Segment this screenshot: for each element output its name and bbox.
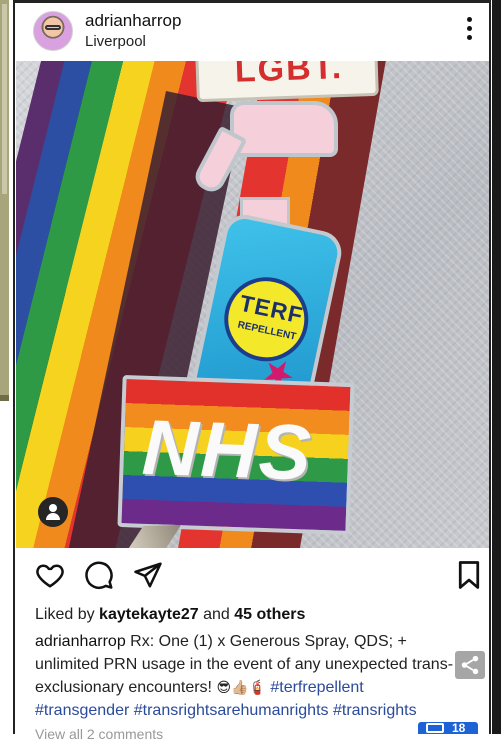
post-action-bar xyxy=(15,548,489,604)
nhs-pin-text: NHS xyxy=(140,402,315,497)
view-all-comments-link[interactable]: View all 2 comments xyxy=(35,726,163,742)
liked-by-user[interactable]: kaytekayte27 xyxy=(99,606,199,623)
likes-summary[interactable]: Liked by kaytekayte27 and 45 others xyxy=(35,606,305,624)
bookmark-outline-icon[interactable] xyxy=(456,560,488,592)
nhs-rainbow-pin: NHS xyxy=(117,374,355,536)
post-caption: adrianharrop Rx: One (1) x Generous Spra… xyxy=(35,630,455,722)
lgbt-pin-text: LGBT. xyxy=(234,61,344,90)
gallery-icon xyxy=(426,723,444,733)
post-username[interactable]: adrianharrop xyxy=(85,11,181,31)
spray-trigger-arm xyxy=(190,125,248,197)
post-location[interactable]: Liverpool xyxy=(85,33,146,50)
more-vertical-icon[interactable] xyxy=(465,17,473,43)
image-count-badge[interactable]: 18 xyxy=(418,721,478,735)
paper-plane-icon[interactable] xyxy=(133,560,165,592)
caption-emoji: 😎👍🏼🧯 xyxy=(216,679,266,695)
image-count: 18 xyxy=(452,721,466,735)
post-photo[interactable]: LGBT. TERF REPELLENT NHS xyxy=(16,61,489,548)
likes-middle: and xyxy=(198,606,235,623)
left-background-edge xyxy=(0,395,9,401)
hashtag-link[interactable]: #terfrepellent xyxy=(270,679,363,696)
right-background-bar xyxy=(492,0,501,734)
left-background-inner xyxy=(2,4,7,194)
speech-bubble-icon[interactable] xyxy=(84,560,116,592)
caption-username[interactable]: adrianharrop xyxy=(35,633,126,650)
post-header: adrianharrop Liverpool xyxy=(15,3,489,61)
likes-prefix: Liked by xyxy=(35,606,100,623)
user-tag-icon[interactable] xyxy=(38,497,68,527)
hashtag-link[interactable]: #transrightsarehumanrights xyxy=(134,702,329,719)
left-background-strip xyxy=(0,0,13,734)
heart-outline-icon[interactable] xyxy=(35,560,67,592)
hashtag-link[interactable]: #transrights xyxy=(333,702,417,719)
likes-others[interactable]: 45 others xyxy=(234,606,305,623)
spray-label: TERF REPELLENT xyxy=(216,269,317,370)
spray-trigger-head xyxy=(230,101,338,157)
share-icon[interactable] xyxy=(455,651,485,679)
avatar-glasses xyxy=(45,25,61,30)
avatar[interactable] xyxy=(33,11,73,51)
lgbt-pin: LGBT. xyxy=(195,61,379,103)
hashtag-link[interactable]: #transgender xyxy=(35,702,129,719)
